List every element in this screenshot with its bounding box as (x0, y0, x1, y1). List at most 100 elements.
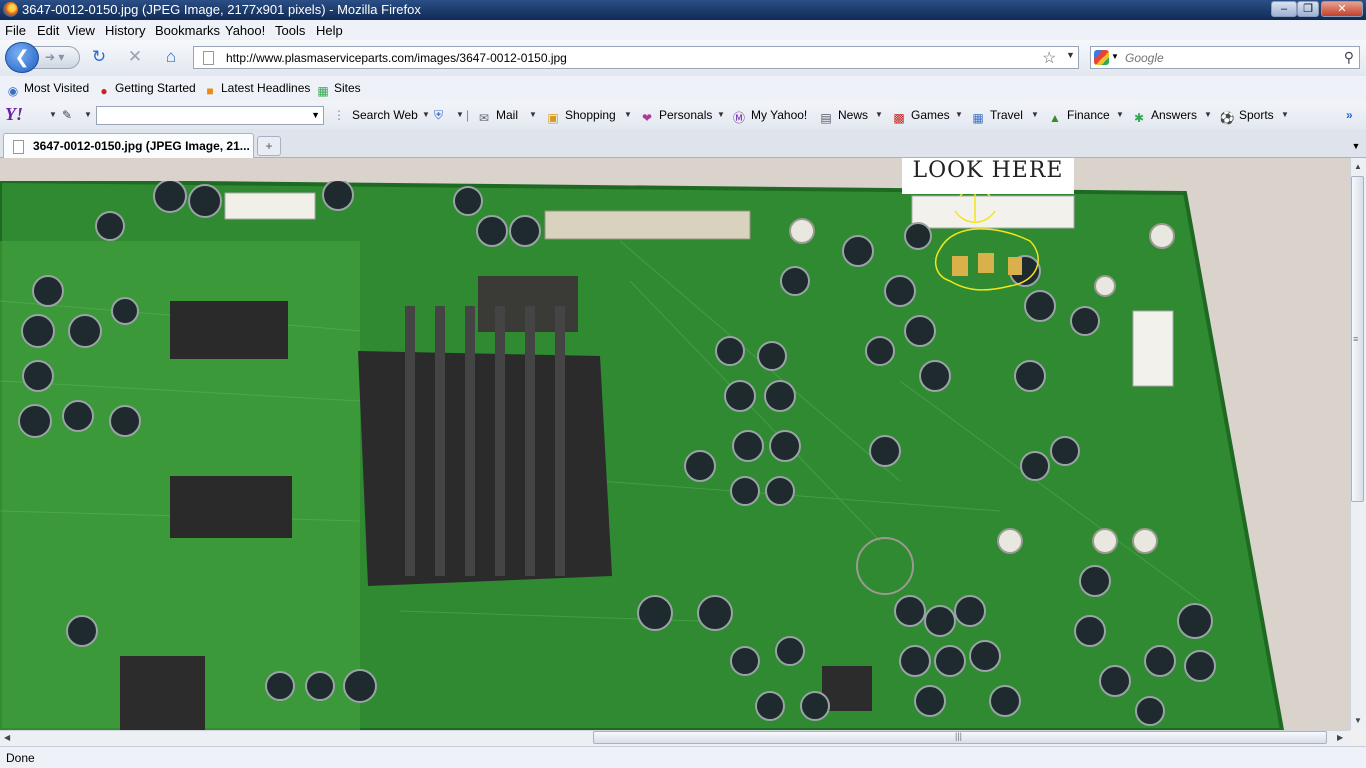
url-input[interactable] (224, 49, 1024, 66)
news-dropdown-icon[interactable]: ▼ (875, 110, 883, 119)
bookmark-label: Sites (334, 81, 361, 95)
status-text: Done (6, 751, 35, 765)
mail-dropdown-icon[interactable]: ▼ (529, 110, 537, 119)
bookmark-most-visited[interactable]: ◉ Most Visited (6, 81, 89, 98)
menu-help[interactable]: Help (316, 23, 343, 38)
shopping-dropdown-icon[interactable]: ▼ (624, 110, 632, 119)
sports-dropdown-icon[interactable]: ▼ (1281, 110, 1289, 119)
toolbar-grip-icon: ⋮ (333, 108, 345, 122)
restore-button[interactable]: ❐ (1297, 1, 1319, 17)
chevron-down-icon[interactable]: ▼ (311, 110, 320, 120)
engine-dropdown-icon[interactable]: ▼ (1111, 52, 1119, 61)
menu-bar: File Edit View History Bookmarks Yahoo! … (0, 20, 1366, 40)
menu-yahoo[interactable]: Yahoo! (225, 23, 265, 38)
menu-edit[interactable]: Edit (37, 23, 59, 38)
look-here-annotation: LOOK HERE (902, 158, 1074, 194)
toolbar-separator: | (466, 108, 470, 122)
tab-list-dropdown-icon[interactable]: ▼ (1348, 136, 1364, 156)
rss-feed-icon: ■ (206, 84, 214, 98)
menu-bookmarks[interactable]: Bookmarks (155, 23, 220, 38)
minimize-button[interactable]: – (1271, 1, 1297, 17)
firefox-bookmark-icon: ● (100, 84, 108, 98)
yahoo-search-combo[interactable]: ▼ (96, 106, 324, 125)
search-bar[interactable]: ▼ ⚲ (1090, 46, 1360, 69)
bookmarks-toolbar: ◉ Most Visited ● Getting Started ■ Latest H… (0, 76, 1366, 101)
yahoo-search-input[interactable] (97, 107, 297, 123)
answers-dropdown-icon[interactable]: ▼ (1204, 110, 1212, 119)
button-label: Shopping (565, 108, 616, 122)
button-label: Mail (496, 108, 519, 122)
pencil-dropdown-icon[interactable]: ▼ (84, 110, 92, 119)
button-label: Travel (990, 108, 1023, 122)
search-icon[interactable]: ⚲ (1344, 49, 1354, 66)
yahoo-travel-button[interactable]: ▦ Travel (970, 108, 1023, 125)
circuit-board-image (0, 181, 1285, 730)
scroll-down-arrow-icon[interactable]: ▼ (1354, 716, 1362, 725)
search-web-button[interactable]: Search Web (352, 108, 418, 122)
bookmark-latest-headlines[interactable]: ■ Latest Headlines (203, 81, 310, 98)
my-yahoo-button[interactable]: Ⓜ My Yahoo! (731, 108, 807, 125)
close-button[interactable]: ✕ (1321, 1, 1363, 17)
tab-image[interactable]: 3647-0012-0150.jpg (JPEG Image, 21... (3, 133, 254, 158)
menu-file[interactable]: File (5, 23, 26, 38)
sites-grid-icon: ▦ (317, 84, 329, 98)
scroll-right-arrow-icon[interactable]: ▶ (1337, 733, 1343, 742)
bookmark-label: Latest Headlines (221, 81, 311, 95)
yahoo-personals-button[interactable]: ❤ Personals (639, 108, 712, 125)
annotation-text: LOOK HERE (912, 158, 1064, 183)
menu-view[interactable]: View (67, 23, 95, 38)
yahoo-games-button[interactable]: ▩ Games (891, 108, 949, 125)
stop-icon[interactable]: ✕ (125, 47, 145, 67)
bookmark-sites[interactable]: ▦ Sites (316, 81, 361, 98)
button-label: News (838, 108, 869, 122)
url-history-dropdown-icon[interactable]: ▼ (1066, 50, 1075, 60)
new-tab-button[interactable]: + (257, 136, 281, 156)
yahoo-answers-button[interactable]: ✱ Answers (1131, 108, 1197, 125)
mail-icon: ✉ (478, 111, 490, 125)
button-label: My Yahoo! (751, 108, 808, 122)
url-bar[interactable]: ☆ ▼ (193, 46, 1079, 69)
sports-icon: ⚽ (1219, 111, 1235, 125)
personals-dropdown-icon[interactable]: ▼ (717, 110, 725, 119)
finance-dropdown-icon[interactable]: ▼ (1116, 110, 1124, 119)
toolbar-overflow-chevron-icon[interactable]: » (1346, 108, 1353, 122)
vertical-grip-icon: ≡ (1353, 334, 1359, 344)
travel-suitcase-icon: ▦ (972, 111, 984, 125)
scroll-left-arrow-icon[interactable]: ◀ (4, 733, 10, 742)
search-input[interactable] (1123, 49, 1333, 66)
yahoo-news-button[interactable]: ▤ News (818, 108, 868, 125)
status-bar: Done (0, 746, 1366, 768)
google-engine-icon[interactable] (1094, 50, 1109, 65)
yahoo-mail-button[interactable]: ✉ Mail (476, 108, 518, 125)
answers-icon: ✱ (1133, 111, 1145, 125)
yahoo-sports-button[interactable]: ⚽ Sports (1219, 108, 1274, 125)
back-button[interactable]: ❮ (5, 42, 39, 73)
menu-history[interactable]: History (105, 23, 145, 38)
yahoo-menu-dropdown-icon[interactable]: ▼ (49, 110, 57, 119)
travel-dropdown-icon[interactable]: ▼ (1031, 110, 1039, 119)
yahoo-finance-button[interactable]: ▲ Finance (1047, 108, 1110, 125)
horizontal-grip-icon: ||| (955, 731, 963, 741)
window-title: 3647-0012-0150.jpg (JPEG Image, 2177x901… (22, 2, 421, 17)
bookmark-label: Most Visited (24, 81, 90, 95)
back-arrow-icon: ❮ (14, 47, 30, 67)
menu-tools[interactable]: Tools (275, 23, 305, 38)
shopping-bag-icon: ▣ (547, 111, 559, 125)
scroll-up-arrow-icon[interactable]: ▲ (1354, 162, 1362, 171)
search-web-dropdown-icon[interactable]: ▼ (422, 110, 430, 119)
image-viewport: LOOK HERE (0, 158, 1350, 730)
tab-label: 3647-0012-0150.jpg (JPEG Image, 21... (33, 139, 250, 153)
yahoo-logo-icon[interactable]: Y! (5, 104, 23, 125)
yahoo-shopping-button[interactable]: ▣ Shopping (545, 108, 616, 125)
reload-icon[interactable]: ↻ (89, 47, 109, 67)
news-icon: ▤ (820, 111, 832, 125)
home-icon[interactable]: ⌂ (161, 47, 181, 67)
pencil-icon[interactable]: ✎ (62, 108, 72, 122)
page-icon (203, 51, 214, 65)
shield-dropdown-icon[interactable]: ▼ (456, 110, 464, 119)
games-dropdown-icon[interactable]: ▼ (955, 110, 963, 119)
bookmark-getting-started[interactable]: ● Getting Started (97, 81, 195, 98)
bookmark-star-icon[interactable]: ☆ (1042, 48, 1056, 68)
shield-icon[interactable]: ⛨ (434, 108, 443, 123)
title-bar: 3647-0012-0150.jpg (JPEG Image, 2177x901… (0, 0, 1366, 20)
